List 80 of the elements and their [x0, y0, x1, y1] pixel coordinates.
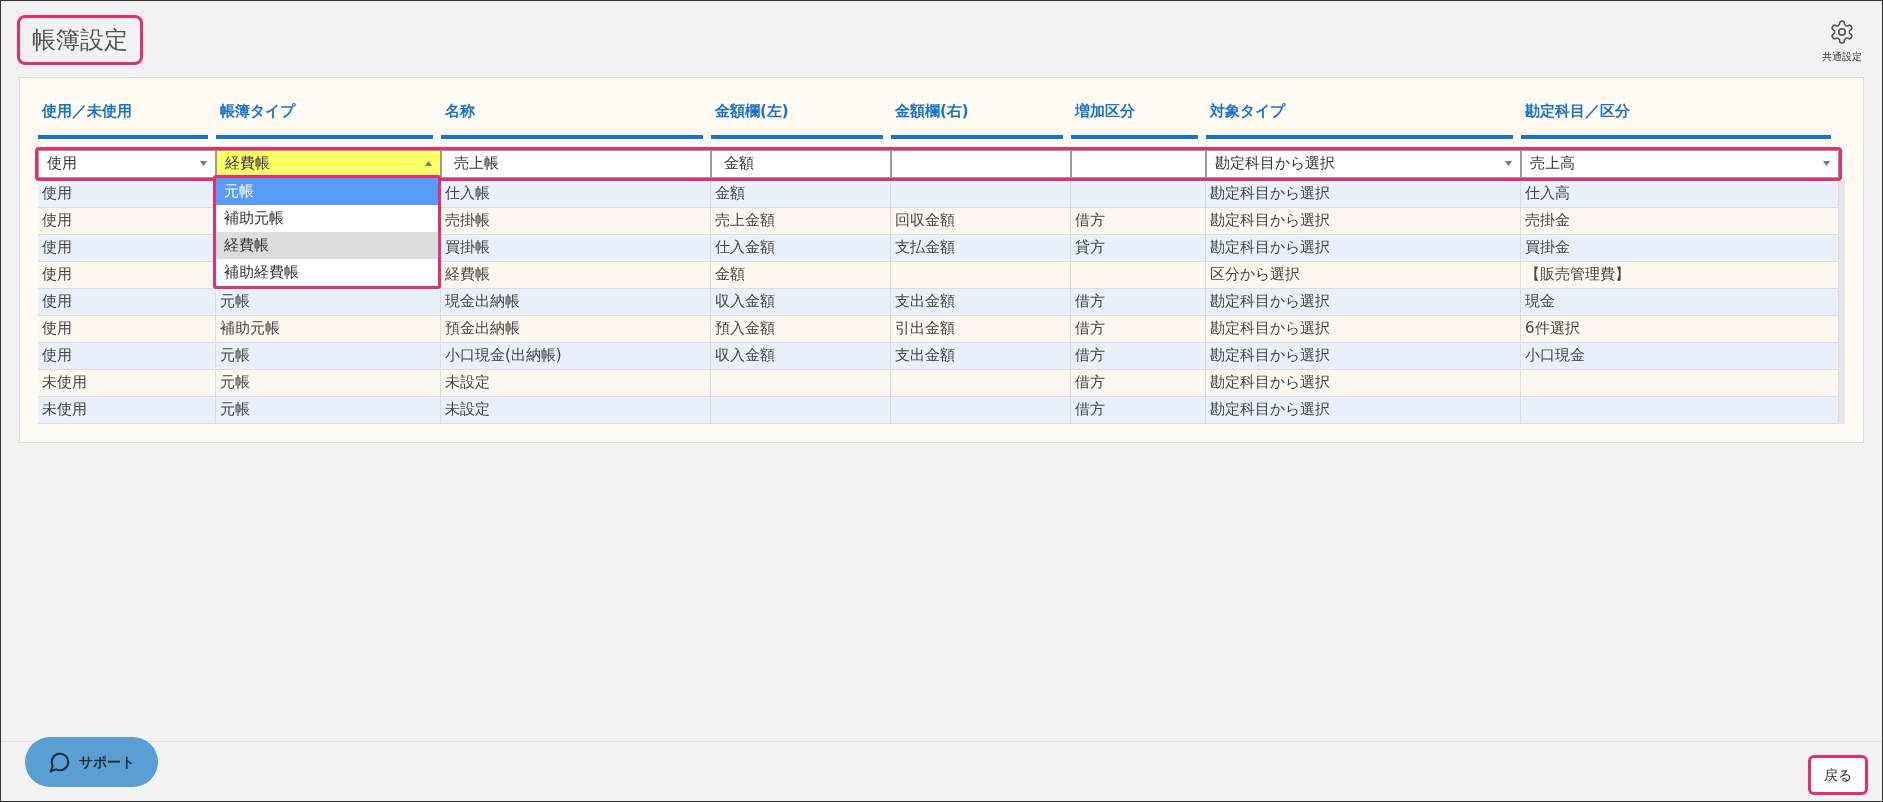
column-header: 帳簿タイプ	[216, 96, 433, 139]
table-cell: 使用	[38, 342, 216, 370]
table-cell: 勘定科目から選択	[1206, 342, 1521, 370]
table-cell: 収入金額	[711, 288, 891, 316]
select-field[interactable]: 勘定科目から選択	[1206, 149, 1521, 178]
table-cell: 勘定科目から選択	[1206, 369, 1521, 397]
table-cell: 借方	[1071, 315, 1206, 343]
table-cell: 6件選択	[1521, 315, 1839, 343]
caret-up-icon	[425, 161, 432, 166]
table-cell: 補助元帳	[216, 315, 441, 343]
settings-icon	[1829, 19, 1855, 45]
table-cell: 勘定科目から選択	[1206, 234, 1521, 262]
column-header: 増加区分	[1071, 96, 1198, 139]
table-cell: 未使用	[38, 396, 216, 424]
table-cell: 現金出納帳	[441, 288, 711, 316]
caret-down-icon	[200, 161, 207, 166]
column-header: 勘定科目／区分	[1521, 96, 1831, 139]
table-cell: 売掛帳	[441, 207, 711, 235]
column-header: 名称	[441, 96, 703, 139]
column-header: 金額欄(左)	[711, 96, 883, 139]
table-cell: 仕入帳	[441, 180, 711, 208]
table-cell: 回収金額	[891, 207, 1071, 235]
table-cell: 支出金額	[891, 342, 1071, 370]
table-cell: 未使用	[38, 369, 216, 397]
back-button[interactable]: 戻る	[1808, 755, 1868, 795]
table-cell: 預入金額	[711, 315, 891, 343]
input-field[interactable]: 金額	[711, 149, 891, 178]
column-header: 金額欄(右)	[891, 96, 1063, 139]
input-field[interactable]: 売上帳	[441, 149, 711, 178]
input-field[interactable]	[891, 149, 1071, 178]
table-cell: 元帳	[216, 342, 441, 370]
table-cell: 貸方	[1071, 234, 1206, 262]
table-cell: 小口現金	[1521, 342, 1839, 370]
table-cell: 借方	[1071, 396, 1206, 424]
table-cell: 預金出納帳	[441, 315, 711, 343]
column-header: 使用／未使用	[38, 96, 208, 139]
support-button[interactable]: サポート	[25, 737, 158, 787]
table-cell: 借方	[1071, 207, 1206, 235]
table-cell: 引出金額	[891, 315, 1071, 343]
table-cell: 借方	[1071, 369, 1206, 397]
table-cell: 勘定科目から選択	[1206, 180, 1521, 208]
caret-down-icon	[1823, 161, 1830, 166]
table-cell: 勘定科目から選択	[1206, 315, 1521, 343]
select-field[interactable]: 経費帳	[216, 149, 441, 178]
column-header: 対象タイプ	[1206, 96, 1513, 139]
table-cell: 買掛帳	[441, 234, 711, 262]
table-cell: 経費帳	[441, 261, 711, 289]
table-cell: 使用	[38, 288, 216, 316]
table-cell: 勘定科目から選択	[1206, 207, 1521, 235]
table-cell: 支払金額	[891, 234, 1071, 262]
dropdown-option[interactable]: 経費帳	[216, 231, 438, 259]
table-cell: 元帳	[216, 369, 441, 397]
table-cell: 収入金額	[711, 342, 891, 370]
settings-button[interactable]: 共通設定	[1822, 15, 1862, 64]
table-cell: 仕入高	[1521, 180, 1839, 208]
input-field[interactable]	[1071, 149, 1206, 178]
table-cell: 元帳	[216, 396, 441, 424]
table-cell: 買掛金	[1521, 234, 1839, 262]
table-cell: 勘定科目から選択	[1206, 288, 1521, 316]
table-cell: 使用	[38, 315, 216, 343]
table-cell: 金額	[711, 180, 891, 208]
table-cell: 売上金額	[711, 207, 891, 235]
table-cell: 未設定	[441, 396, 711, 424]
select-field[interactable]: 使用	[38, 149, 216, 178]
table-cell: 【販売管理費】	[1521, 261, 1839, 289]
table-cell: 支出金額	[891, 288, 1071, 316]
table-cell: 未設定	[441, 369, 711, 397]
table-cell: 仕入金額	[711, 234, 891, 262]
table-cell: 金額	[711, 261, 891, 289]
table-cell: 小口現金(出納帳)	[441, 342, 711, 370]
page-title: 帳簿設定	[17, 15, 143, 65]
table-cell: 借方	[1071, 342, 1206, 370]
table-cell: 区分から選択	[1206, 261, 1521, 289]
table-cell: 勘定科目から選択	[1206, 396, 1521, 424]
table-cell: 借方	[1071, 288, 1206, 316]
table-cell: 現金	[1521, 288, 1839, 316]
table-cell: 売掛金	[1521, 207, 1839, 235]
select-field[interactable]: 売上高	[1521, 149, 1839, 178]
chat-bubble-icon	[48, 751, 71, 773]
caret-down-icon	[1505, 161, 1512, 166]
